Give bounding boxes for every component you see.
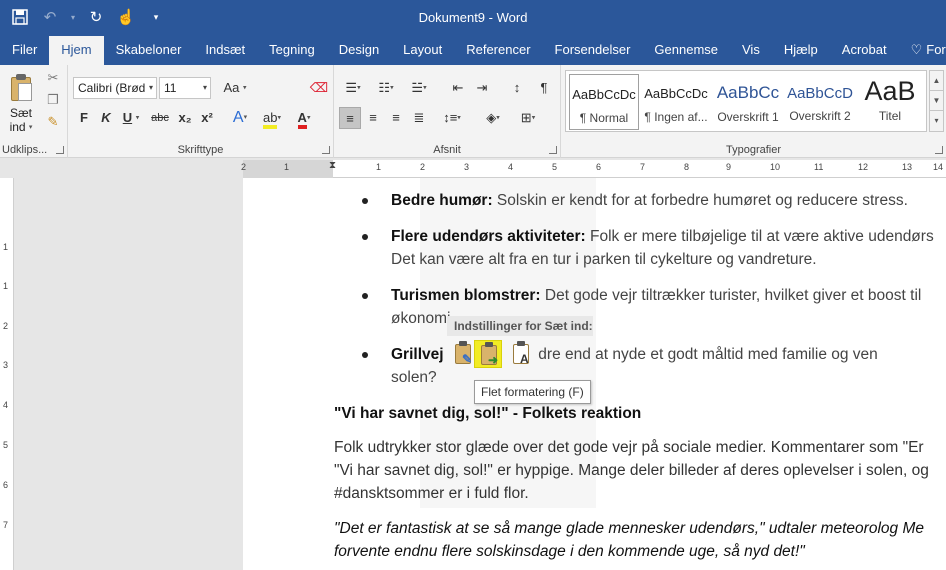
style-no-spacing[interactable]: AaBbCcDc ¶ Ingen af... <box>641 74 711 130</box>
bullet-icon <box>362 293 368 299</box>
paste-options-title: Indstillinger for Sæt ind: <box>447 316 593 336</box>
bold-button[interactable]: F <box>73 107 95 129</box>
justify-icon[interactable]: ≣ <box>408 107 430 129</box>
decrease-indent-icon[interactable]: ⇤ <box>447 77 469 99</box>
show-marks-icon[interactable]: ¶ <box>533 77 555 99</box>
shading-icon[interactable]: ◈▾ <box>479 107 507 129</box>
styles-group-label: Typografier <box>725 144 782 156</box>
tab-layout[interactable]: Layout <box>391 36 454 65</box>
numbering-icon[interactable]: ☷▾ <box>372 77 400 99</box>
font-color-icon[interactable]: A▾ <box>290 107 318 129</box>
paste-label-1: Sæt <box>9 106 32 120</box>
tab-skabeloner[interactable]: Skabeloner <box>104 36 194 65</box>
clipboard-group: Sæt ind ▾ ✂ ❐ ✎ Udklips... <box>0 65 68 158</box>
list-item[interactable]: Bedre humør: Solskin er kendt for at for… <box>334 189 946 212</box>
font-name-combo[interactable]: Calibri (Brød ▾ <box>73 77 157 99</box>
highlight-color-icon[interactable]: ab▾ <box>258 107 286 129</box>
gallery-down-icon[interactable]: ▼ <box>930 91 943 111</box>
paragraph: Folk udtrykker stor glæde over det gode … <box>334 439 929 502</box>
bullet-icon <box>362 352 368 358</box>
styles-gallery: AaBbCcDc ¶ Normal AaBbCcDc ¶ Ingen af...… <box>565 70 944 132</box>
italic-button[interactable]: K <box>95 107 117 129</box>
sort-icon[interactable]: ↕ <box>506 77 528 99</box>
tab-tell-me[interactable]: ♡Fortæl <box>899 36 946 65</box>
tab-indsaet[interactable]: Indsæt <box>193 36 257 65</box>
copy-icon[interactable]: ❐ <box>44 91 62 109</box>
clear-formatting-icon[interactable]: ⌫ <box>308 77 330 99</box>
tab-forsendelser[interactable]: Forsendelser <box>543 36 643 65</box>
line-spacing-icon[interactable]: ↕≡▾ <box>438 107 466 129</box>
tab-hjaelp[interactable]: Hjælp <box>772 36 830 65</box>
ribbon: Sæt ind ▾ ✂ ❐ ✎ Udklips... Calibri (Brød… <box>0 65 946 158</box>
strikethrough-button[interactable]: abc <box>148 107 172 129</box>
gallery-up-icon[interactable]: ▲ <box>930 71 943 91</box>
document-body[interactable]: Bedre humør: Solskin er kendt for at for… <box>334 178 946 563</box>
tab-acrobat[interactable]: Acrobat <box>830 36 899 65</box>
format-painter-icon[interactable]: ✎ <box>44 113 62 131</box>
tab-design[interactable]: Design <box>327 36 391 65</box>
multilevel-list-icon[interactable]: ☱▾ <box>405 77 433 99</box>
font-name-value: Calibri (Brød <box>78 81 146 95</box>
style-normal[interactable]: AaBbCcDc ¶ Normal <box>569 74 639 130</box>
document-title: Dokument9 - Word <box>418 10 528 25</box>
bullet-icon <box>362 198 368 204</box>
list-item[interactable]: Grillvej dre end at nyde et godt måltid … <box>334 343 946 389</box>
gallery-more-icon[interactable]: ▾ <box>930 111 943 131</box>
font-size-value: 11 <box>164 81 177 95</box>
tell-me-label: Fortæl <box>926 42 946 57</box>
document-page[interactable]: Bedre humør: Solskin er kendt for at for… <box>243 178 946 570</box>
ribbon-tabs: Filer Hjem Skabeloner Indsæt Tegning Des… <box>0 36 946 65</box>
list-item[interactable]: Turismen blomstrer: Det gode vejr tiltræ… <box>334 284 946 330</box>
tab-gennemse[interactable]: Gennemse <box>642 36 730 65</box>
keep-text-only-icon[interactable]: A <box>507 340 535 368</box>
style-heading-1[interactable]: AaBbCc Overskrift 1 <box>713 74 783 130</box>
tab-hjem[interactable]: Hjem <box>49 36 104 65</box>
increase-indent-icon[interactable]: ⇥ <box>471 77 493 99</box>
paragraph-group: ☰▾ ☷▾ ☱▾ ⇤ ⇥ ↕ ¶ ≡ ≡ ≡ ≣ ↕≡▾ ◈▾ ⊞▾ Afsni… <box>334 65 561 158</box>
cut-icon[interactable]: ✂ <box>44 69 62 87</box>
list-item[interactable]: Flere udendørs aktiviteter: Folk er mere… <box>334 225 946 271</box>
horizontal-ruler[interactable]: 2 1 ⧗ 1 2 3 4 5 6 7 8 9 10 11 12 13 14 <box>241 160 946 178</box>
paragraph-group-label: Afsnit <box>433 144 461 156</box>
grow-font-button[interactable]: Aa ▾ <box>218 77 252 99</box>
lightbulb-icon: ♡ <box>910 42 923 57</box>
section-heading: "Vi har savnet dig, sol!" - Folkets reak… <box>334 405 642 422</box>
paragraph-launcher-icon[interactable] <box>549 146 557 154</box>
align-right-icon[interactable]: ≡ <box>385 107 407 129</box>
font-size-combo[interactable]: 11 ▾ <box>159 77 211 99</box>
styles-launcher-icon[interactable] <box>935 146 943 154</box>
quote-paragraph: "Det er fantastisk at se så mange glade … <box>334 520 924 560</box>
tab-vis[interactable]: Vis <box>730 36 772 65</box>
bullets-icon[interactable]: ☰▾ <box>339 77 367 99</box>
font-group-label: Skrifttype <box>177 144 224 156</box>
font-group: Calibri (Brød ▾ 11 ▾ Aa ▾ ⌫ F K U ▾ abc x₂… <box>68 65 334 158</box>
merge-formatting-icon[interactable]: ➜ <box>474 340 502 368</box>
align-left-icon[interactable]: ≡ <box>339 107 361 129</box>
title-bar: ↶ ▾ ↻ ☝ ▾ Dokument9 - Word <box>0 0 946 36</box>
clipboard-launcher-icon[interactable] <box>56 146 64 154</box>
tab-filer[interactable]: Filer <box>0 36 49 65</box>
bullet-icon <box>362 234 368 240</box>
tab-tegning[interactable]: Tegning <box>257 36 327 65</box>
indent-marker-icon[interactable]: ⧗ <box>329 160 336 171</box>
merge-formatting-tooltip: Flet formatering (F) <box>474 380 591 404</box>
borders-icon[interactable]: ⊞▾ <box>514 107 542 129</box>
superscript-button[interactable]: x² <box>196 107 218 129</box>
text-effects-icon[interactable]: A▾ <box>226 107 254 129</box>
paste-button[interactable]: Sæt ind ▾ <box>4 71 38 135</box>
subscript-button[interactable]: x₂ <box>174 107 196 129</box>
paste-label-2: ind <box>9 120 26 134</box>
style-title[interactable]: AaB Titel <box>855 74 925 130</box>
tab-referencer[interactable]: Referencer <box>454 36 542 65</box>
style-heading-2[interactable]: AaBbCcD Overskrift 2 <box>785 74 855 130</box>
keep-source-formatting-icon[interactable]: ✎ <box>449 340 477 368</box>
paste-options-popup: Indstillinger for Sæt ind: ✎ ➜ A <box>447 316 593 372</box>
align-center-icon[interactable]: ≡ <box>362 107 384 129</box>
underline-button[interactable]: U ▾ <box>117 107 145 129</box>
font-launcher-icon[interactable] <box>322 146 330 154</box>
vertical-ruler[interactable]: 1 1 2 3 4 5 6 7 <box>0 178 14 570</box>
paste-icon <box>9 73 33 103</box>
gallery-scroll[interactable]: ▲ ▼ ▾ <box>929 70 944 132</box>
